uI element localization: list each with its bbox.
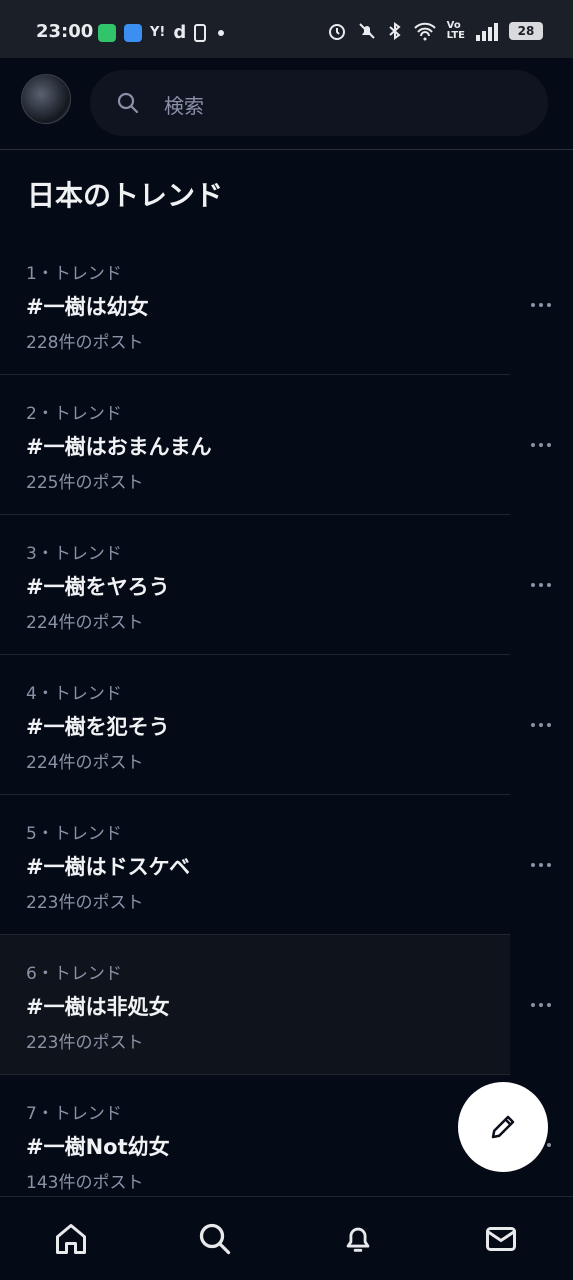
search-input[interactable]: 検索 bbox=[90, 70, 548, 136]
volte-icon: Vo LTE bbox=[446, 20, 465, 41]
more-dot bbox=[531, 1003, 535, 1007]
trend-hashtag: #一樹を犯そう bbox=[26, 715, 170, 739]
page-title: 日本のトレンド bbox=[27, 179, 224, 212]
trend-hashtag: #一樹は幼女 bbox=[26, 295, 149, 319]
more-notifications-dot bbox=[218, 29, 225, 36]
trend-item[interactable]: 4・トレンド #一樹を犯そう 224件のポスト bbox=[0, 655, 510, 795]
alarm-icon bbox=[328, 24, 345, 40]
avatar[interactable] bbox=[21, 74, 71, 124]
more-dot bbox=[547, 723, 551, 727]
more-dot bbox=[547, 443, 551, 447]
app-notification-icon bbox=[98, 23, 116, 42]
more-dot bbox=[547, 303, 551, 307]
trend-hashtag: #一樹Not幼女 bbox=[26, 1135, 170, 1159]
battery-level: 28 bbox=[509, 22, 543, 40]
trend-item[interactable]: 3・トレンド #一樹をヤろう 224件のポスト bbox=[0, 515, 510, 655]
more-dot bbox=[531, 303, 535, 307]
search-icon bbox=[117, 92, 139, 114]
yahoo-icon: Y! bbox=[150, 25, 166, 40]
trend-hashtag: #一樹はドスケベ bbox=[26, 855, 190, 879]
trend-hashtag: #一樹は非処女 bbox=[26, 995, 170, 1019]
phone-icon bbox=[194, 23, 207, 42]
trend-rank: 4・トレンド bbox=[26, 684, 122, 704]
more-dot bbox=[531, 723, 535, 727]
search-placeholder: 検索 bbox=[164, 94, 204, 118]
trend-hashtag: #一樹はおまんまん bbox=[26, 435, 212, 459]
more-dot bbox=[539, 583, 543, 587]
signal-icon bbox=[476, 23, 498, 41]
status-system-icons: Vo LTE 28 bbox=[327, 21, 543, 41]
top-header: 検索 bbox=[0, 58, 573, 150]
wifi-icon bbox=[413, 22, 436, 41]
trend-item[interactable]: 5・トレンド #一樹はドスケベ 223件のポスト bbox=[0, 795, 510, 935]
trend-rank: 7・トレンド bbox=[26, 1104, 122, 1124]
more-icon[interactable] bbox=[526, 435, 556, 455]
trend-post-count: 225件のポスト bbox=[26, 473, 144, 493]
nav-search[interactable] bbox=[195, 1219, 235, 1259]
bottom-navigation bbox=[0, 1196, 573, 1280]
more-icon[interactable] bbox=[526, 715, 556, 735]
nav-messages[interactable] bbox=[481, 1219, 521, 1259]
more-dot bbox=[539, 723, 543, 727]
status-time: 23:00 bbox=[36, 21, 94, 42]
more-dot bbox=[531, 443, 535, 447]
more-dot bbox=[547, 583, 551, 587]
more-dot bbox=[547, 1003, 551, 1007]
trend-post-count: 228件のポスト bbox=[26, 333, 144, 353]
bell-icon bbox=[346, 1227, 370, 1252]
trend-rank: 6・トレンド bbox=[26, 964, 122, 984]
trend-post-count: 224件のポスト bbox=[26, 753, 144, 773]
trend-rank: 1・トレンド bbox=[26, 264, 122, 284]
more-dot bbox=[547, 1143, 551, 1147]
bluetooth-icon bbox=[388, 22, 401, 40]
more-icon[interactable] bbox=[526, 575, 556, 595]
trend-item[interactable]: 7・トレンド #一樹Not幼女 143件のポスト bbox=[0, 1075, 510, 1201]
trend-rank: 2・トレンド bbox=[26, 404, 122, 424]
more-dot bbox=[547, 863, 551, 867]
trend-rank: 3・トレンド bbox=[26, 544, 122, 564]
trend-item[interactable]: 2・トレンド #一樹はおまんまん 225件のポスト bbox=[0, 375, 510, 515]
more-dot bbox=[531, 863, 535, 867]
more-icon[interactable] bbox=[526, 855, 556, 875]
trend-rank: 5・トレンド bbox=[26, 824, 122, 844]
mail-icon bbox=[486, 1227, 516, 1251]
more-icon[interactable] bbox=[526, 995, 556, 1015]
more-dot bbox=[539, 443, 543, 447]
search-icon bbox=[199, 1223, 231, 1255]
status-bar: 23:00 Y! d Vo LTE 28 bbox=[0, 0, 573, 58]
pencil-icon bbox=[491, 1115, 515, 1139]
trend-post-count: 143件のポスト bbox=[26, 1173, 144, 1193]
trend-item[interactable]: 6・トレンド #一樹は非処女 223件のポスト bbox=[0, 935, 510, 1075]
mute-icon bbox=[358, 23, 375, 39]
trend-post-count: 223件のポスト bbox=[26, 1033, 144, 1053]
weather-icon bbox=[124, 23, 142, 42]
nav-home[interactable] bbox=[51, 1219, 91, 1259]
docomo-icon: d bbox=[173, 22, 187, 43]
home-icon bbox=[56, 1224, 86, 1254]
compose-button[interactable] bbox=[458, 1082, 548, 1172]
more-icon[interactable] bbox=[526, 295, 556, 315]
nav-notifications[interactable] bbox=[338, 1219, 378, 1259]
status-notification-icons: Y! d bbox=[98, 22, 225, 43]
more-dot bbox=[531, 583, 535, 587]
trend-item[interactable]: 1・トレンド #一樹は幼女 228件のポスト bbox=[0, 235, 510, 375]
more-dot bbox=[539, 1003, 543, 1007]
trend-hashtag: #一樹をヤろう bbox=[26, 575, 170, 599]
more-dot bbox=[539, 863, 543, 867]
trend-post-count: 224件のポスト bbox=[26, 613, 144, 633]
more-dot bbox=[539, 303, 543, 307]
trend-post-count: 223件のポスト bbox=[26, 893, 144, 913]
